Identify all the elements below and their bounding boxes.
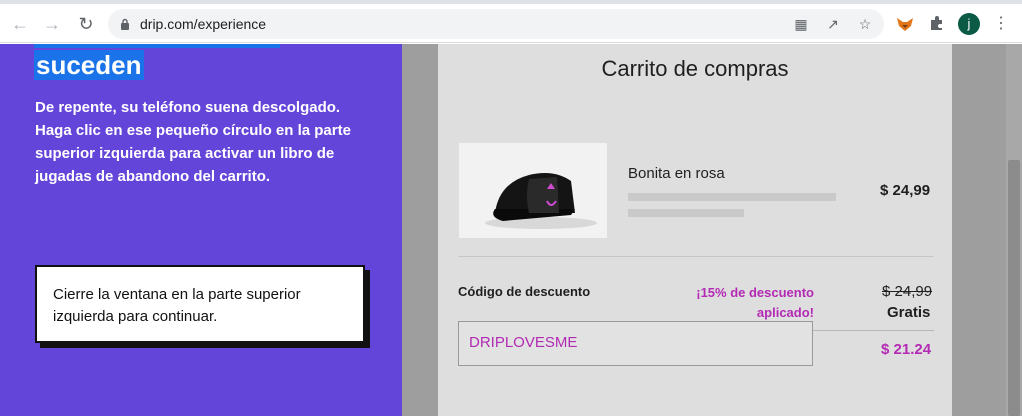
url-text[interactable]: drip.com/experience (140, 16, 266, 32)
browser-toolbar: ← → ↻ drip.com/experience ▦ ↗ ☆ j ⋮ (0, 4, 1022, 43)
puzzle-icon[interactable] (927, 14, 947, 34)
scrollbar-thumb[interactable] (1008, 160, 1020, 416)
divider (812, 330, 934, 331)
discount-applied-message: ¡15% de descuento aplicado! (696, 285, 814, 320)
address-bar[interactable]: drip.com/experience ▦ ↗ ☆ (108, 9, 884, 39)
product-detail-placeholder (628, 193, 836, 201)
product-detail-placeholder (628, 209, 744, 217)
reload-icon[interactable]: ↻ (74, 12, 98, 36)
star-icon[interactable]: ☆ (856, 15, 874, 33)
profile-avatar[interactable]: j (958, 13, 980, 35)
product-price: $ 24,99 (880, 182, 931, 199)
translate-icon[interactable]: ▦ (792, 15, 810, 33)
share-icon[interactable]: ↗ (824, 15, 842, 33)
product-name: Bonita en rosa (628, 165, 725, 182)
product-image (459, 143, 607, 238)
panel-description: De repente, su teléfono suena descolgado… (35, 99, 351, 185)
discount-code-label: Código de descuento (458, 284, 591, 299)
left-info-panel: suceden De repente, su teléfono suena de… (0, 44, 402, 416)
instruction-toast: Cierre la ventana en la parte superior i… (35, 265, 365, 343)
fox-extension-icon[interactable] (895, 14, 915, 34)
shipping-cost: Gratis (887, 304, 931, 321)
discount-code-input[interactable]: DRIPLOVESME (458, 321, 813, 366)
panel-heading: suceden (34, 50, 144, 80)
total-price: $ 21.24 (881, 341, 932, 358)
lock-icon[interactable] (119, 18, 131, 30)
divider (458, 256, 934, 257)
cart-title: Carrito de compras (601, 56, 789, 81)
kebab-menu-icon[interactable]: ⋮ (991, 14, 1011, 34)
selection-highlight (34, 44, 280, 48)
back-arrow-icon[interactable]: ← (8, 12, 32, 36)
original-price: $ 24,99 (882, 283, 933, 300)
forward-arrow-icon[interactable]: → (40, 12, 64, 36)
